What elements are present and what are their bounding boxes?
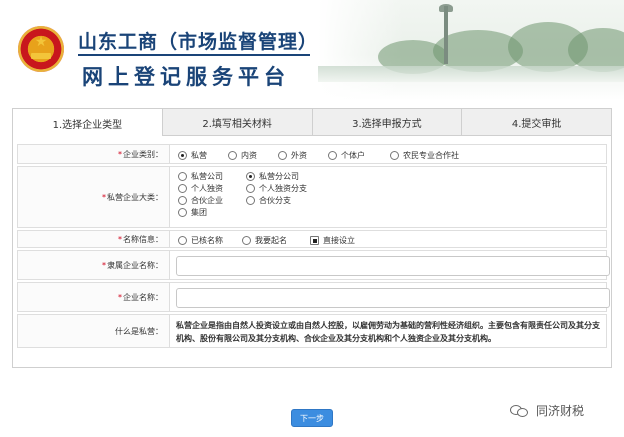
radio-private-company[interactable]: 私营公司 [178, 171, 223, 182]
wechat-icon [510, 403, 530, 419]
radio-create-name[interactable]: 我要起名 [242, 235, 287, 246]
label-private-enterprise-type: 私营企业大类： [107, 192, 163, 202]
next-step-button[interactable]: 下一步 [291, 409, 333, 427]
radio-sole-proprietorship[interactable]: 个人独资 [178, 183, 223, 194]
radio-icon[interactable] [178, 236, 187, 245]
row-name-info: * 名称信息： 已核名称 我要起名 直接设立 [17, 230, 607, 248]
radio-icon[interactable] [228, 151, 237, 160]
label-parent-enterprise-name: 隶属企业名称： [107, 260, 163, 270]
site-title-line2: 网上登记服务平台 [82, 64, 290, 89]
label-what-is-private: 什么是私营： [115, 326, 163, 336]
label-enterprise-category: 企业类别： [123, 149, 163, 159]
step-tabs: 1.选择企业类型 2.填写相关材料 3.选择申报方式 4.提交审批 [12, 108, 612, 138]
label-name-info: 名称信息： [123, 234, 163, 244]
radio-icon[interactable] [178, 196, 187, 205]
tab-select-declaration-method[interactable]: 3.选择申报方式 [312, 109, 463, 135]
tab-submit-approval[interactable]: 4.提交审批 [462, 109, 611, 135]
radio-partnership-branch[interactable]: 合伙分支 [246, 195, 291, 206]
row-private-enterprise-type: * 私营企业大类： 私营公司 私营分公司 个人独资 个人独资分支 合伙企业 合伙分… [17, 166, 607, 228]
radio-verified-name[interactable]: 已核名称 [178, 235, 223, 246]
radio-private-branch[interactable]: 私营分公司 [246, 171, 299, 182]
radio-selected-icon[interactable] [178, 151, 187, 160]
radio-icon[interactable] [246, 196, 255, 205]
row-enterprise-category: * 企业类别： 私营 内资 外资 个体户 农民专业合作社 [17, 144, 607, 164]
radio-selected-icon[interactable] [310, 236, 319, 245]
radio-domestic[interactable]: 内资 [228, 150, 257, 161]
national-emblem-icon: ★ [18, 26, 64, 72]
radio-icon[interactable] [178, 208, 187, 217]
watermark-text: 同济财税 [536, 404, 585, 418]
tab-fill-materials[interactable]: 2.填写相关材料 [162, 109, 313, 135]
row-enterprise-name: * 企业名称： [17, 282, 610, 312]
tab-select-enterprise-type[interactable]: 1.选择企业类型 [13, 109, 163, 138]
radio-private[interactable]: 私营 [178, 150, 207, 161]
label-enterprise-name: 企业名称： [123, 292, 163, 302]
radio-group[interactable]: 集团 [178, 207, 207, 218]
row-what-is-private: 什么是私营： 私营企业是指由自然人投资设立或由自然人控股，以雇佣劳动为基础的营利… [17, 314, 607, 348]
row-parent-enterprise-name: * 隶属企业名称： [17, 250, 610, 280]
radio-icon[interactable] [390, 151, 399, 160]
private-enterprise-description: 私营企业是指由自然人投资设立或由自然人控股，以雇佣劳动为基础的营利性经济组织。主… [176, 321, 600, 343]
site-header: ★ 山东工商（市场监督管理） 网上登记服务平台 [0, 0, 624, 100]
site-title-line1: 山东工商（市场监督管理） [78, 31, 319, 53]
parent-enterprise-name-input[interactable] [176, 256, 610, 276]
radio-foreign[interactable]: 外资 [278, 150, 307, 161]
enterprise-type-form: * 企业类别： 私营 内资 外资 个体户 农民专业合作社 * 私营企业大类： 私营公… [12, 136, 612, 368]
title-divider [78, 54, 310, 56]
radio-icon[interactable] [178, 172, 187, 181]
radio-icon[interactable] [178, 184, 187, 193]
required-mark: * [118, 149, 122, 159]
radio-partnership[interactable]: 合伙企业 [178, 195, 223, 206]
radio-sole-proprietorship-branch[interactable]: 个人独资分支 [246, 183, 307, 194]
radio-icon[interactable] [242, 236, 251, 245]
radio-farmer-cooperative[interactable]: 农民专业合作社 [390, 150, 459, 161]
header-scenery-image [318, 0, 624, 100]
radio-icon[interactable] [328, 151, 337, 160]
radio-direct-establish[interactable]: 直接设立 [310, 235, 355, 246]
radio-individual-business[interactable]: 个体户 [328, 150, 365, 161]
radio-icon[interactable] [246, 184, 255, 193]
radio-icon[interactable] [278, 151, 287, 160]
enterprise-name-input[interactable] [176, 288, 610, 308]
watermark: 同济财税 [510, 402, 584, 419]
radio-selected-icon[interactable] [246, 172, 255, 181]
